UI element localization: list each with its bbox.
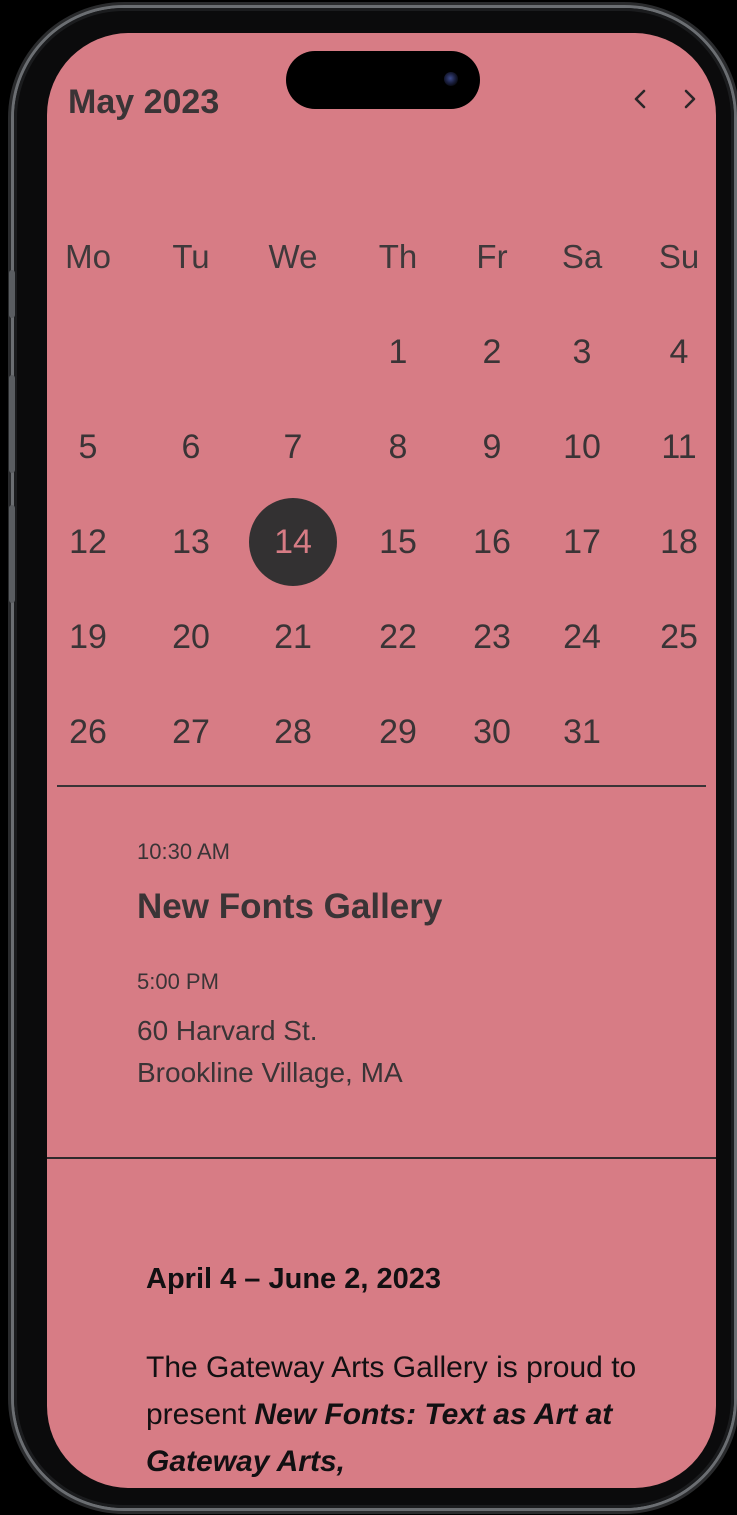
calendar-day[interactable]: 16 [448,498,536,586]
calendar-day[interactable]: 3 [538,308,626,396]
dynamic-island [286,51,480,109]
event-title: New Fonts Gallery [137,887,443,926]
section-divider [47,1157,716,1159]
calendar-day[interactable]: 31 [538,688,626,776]
calendar-day[interactable]: 26 [47,688,132,776]
calendar-day[interactable]: 24 [538,593,626,681]
calendar-week-row: 1234 [47,308,716,403]
calendar-day[interactable]: 28 [249,688,337,776]
calendar-day[interactable]: 17 [538,498,626,586]
exhibit-section: April 4 – June 2, 2023 The Gateway Arts … [146,1263,646,1485]
front-camera-icon [444,72,458,86]
event-start-time: 10:30 AM [137,839,230,864]
app-screen: May 2023 Mo Tu We Th Fr Sa Su 1 2 3 4 5 6 7 8 9 10 11 12 13… [47,33,716,1488]
calendar-week-row: 5 6 7 8 9 10 11 [47,403,716,498]
calendar-day[interactable]: 25 [635,593,716,681]
calendar-day[interactable]: 30 [448,688,536,776]
calendar-day[interactable]: 9 [448,403,536,491]
calendar-day[interactable]: 6 [147,403,235,491]
event-address-city: Brookline Village, MA [137,1057,403,1088]
calendar-day[interactable]: 7 [249,403,337,491]
weekday-label-su: Su [658,238,700,275]
calendar-day[interactable]: 29 [354,688,442,776]
calendar-day[interactable]: 13 [147,498,235,586]
calendar-day[interactable]: 23 [448,593,536,681]
prev-month-button[interactable] [623,81,657,117]
side-button-volume-up [9,375,15,473]
calendar-day[interactable]: 5 [47,403,132,491]
calendar-day[interactable]: 21 [249,593,337,681]
calendar-day[interactable]: 12 [47,498,132,586]
chevron-right-icon [684,89,696,109]
calendar-day-selected[interactable]: 14 [249,498,337,586]
event-end-time: 5:00 PM [137,969,219,994]
weekday-label-sa: Sa [561,238,603,275]
calendar-grid: Mo Tu We Th Fr Sa Su 1 2 3 4 5 6 7 8 9 10 11 12 13 14 15 16 17 1… [47,213,716,783]
side-button-mute [9,270,15,318]
side-button-volume-down [9,505,15,603]
calendar-day[interactable]: 20 [147,593,235,681]
calendar-divider [57,785,706,787]
calendar-week-row: 26 27 28 29 30 31 [47,688,716,783]
weekday-header-row: Mo Tu We Th Fr Sa Su [47,213,716,308]
calendar-day[interactable]: 11 [635,403,716,491]
weekday-label-tu: Tu [172,238,210,275]
calendar-day[interactable]: 4 [635,308,716,396]
calendar-day[interactable]: 15 [354,498,442,586]
weekday-label-mo: Mo [65,238,111,275]
next-month-button[interactable] [673,81,707,117]
weekday-label-fr: Fr [476,238,508,275]
event-card[interactable]: 10:30 AM New Fonts Gallery 5:00 PM 60 Ha… [137,839,677,1089]
month-title: May 2023 [68,83,220,121]
calendar-week-row: 12 13 14 15 16 17 18 [47,498,716,593]
calendar-day[interactable]: 8 [354,403,442,491]
chevron-left-icon [634,89,646,109]
calendar-week-row: 19 20 21 22 23 24 25 [47,593,716,688]
exhibit-description: The Gateway Arts Gallery is proud to pre… [146,1344,646,1485]
exhibit-dates: April 4 – June 2, 2023 [146,1263,441,1295]
calendar-day[interactable]: 2 [448,308,536,396]
calendar-day[interactable]: 18 [635,498,716,586]
calendar-day[interactable]: 22 [354,593,442,681]
calendar-day[interactable]: 1 [354,308,442,396]
calendar-day[interactable]: 10 [538,403,626,491]
calendar-day[interactable]: 27 [147,688,235,776]
event-address-street: 60 Harvard St. [137,1015,318,1046]
weekday-label-th: Th [378,238,418,275]
weekday-label-we: We [268,238,318,275]
calendar-day[interactable]: 19 [47,593,132,681]
